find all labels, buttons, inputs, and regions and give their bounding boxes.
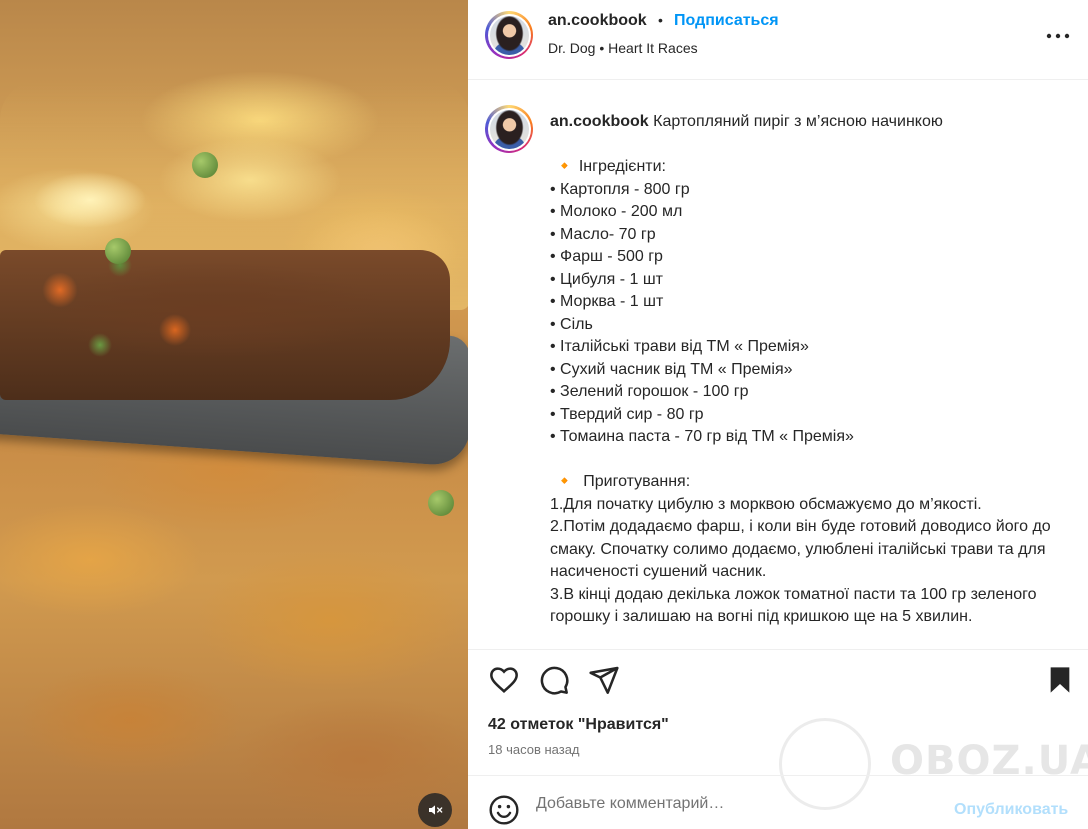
post-caption: an.cookbook Картопляний пиріг з м’ясною …	[550, 111, 1070, 629]
separator-dot: •	[658, 12, 663, 28]
comment-bubble-icon[interactable]	[538, 664, 570, 696]
mute-toggle-button[interactable]	[418, 793, 452, 827]
avatar[interactable]	[485, 11, 533, 59]
share-send-icon[interactable]	[588, 664, 620, 696]
emoji-icon[interactable]	[488, 794, 520, 826]
caption-scroll-area[interactable]: an.cookbook Картопляний пиріг з м’ясною …	[468, 81, 1088, 649]
author-username[interactable]: an.cookbook	[548, 12, 647, 30]
audio-track-link[interactable]: Dr. Dog • Heart It Races	[548, 40, 698, 56]
comment-input[interactable]	[536, 788, 926, 820]
action-bar	[468, 649, 1088, 709]
caption-username[interactable]: an.cookbook	[550, 113, 649, 130]
post-details-panel: an.cookbook • Подписаться Dr. Dog • Hear…	[468, 0, 1088, 829]
pie-filling	[0, 250, 450, 400]
pea-decoration	[105, 238, 131, 264]
post-media-video[interactable]	[0, 0, 468, 829]
like-heart-icon[interactable]	[488, 664, 520, 696]
follow-button[interactable]: Подписаться	[674, 12, 779, 30]
caption-text: Картопляний пиріг з м’ясною начинкою 🔸 І…	[550, 113, 1051, 625]
volume-muted-icon	[429, 805, 443, 815]
avatar-image	[489, 109, 529, 149]
post-comment-button[interactable]: Опубликовать	[954, 801, 1068, 819]
avatar-image	[489, 15, 529, 55]
more-horizontal-icon[interactable]	[1044, 24, 1072, 48]
post-timestamp[interactable]: 18 часов назад	[488, 742, 580, 757]
pea-decoration	[192, 152, 218, 178]
caption-avatar[interactable]	[485, 105, 533, 153]
bookmark-icon[interactable]	[1044, 664, 1076, 696]
comment-bar: Опубликовать	[468, 775, 1088, 829]
post-header: an.cookbook • Подписаться Dr. Dog • Hear…	[468, 0, 1088, 80]
pea-decoration	[428, 490, 454, 516]
likes-count[interactable]: 42 отметок "Нравится"	[488, 716, 669, 734]
